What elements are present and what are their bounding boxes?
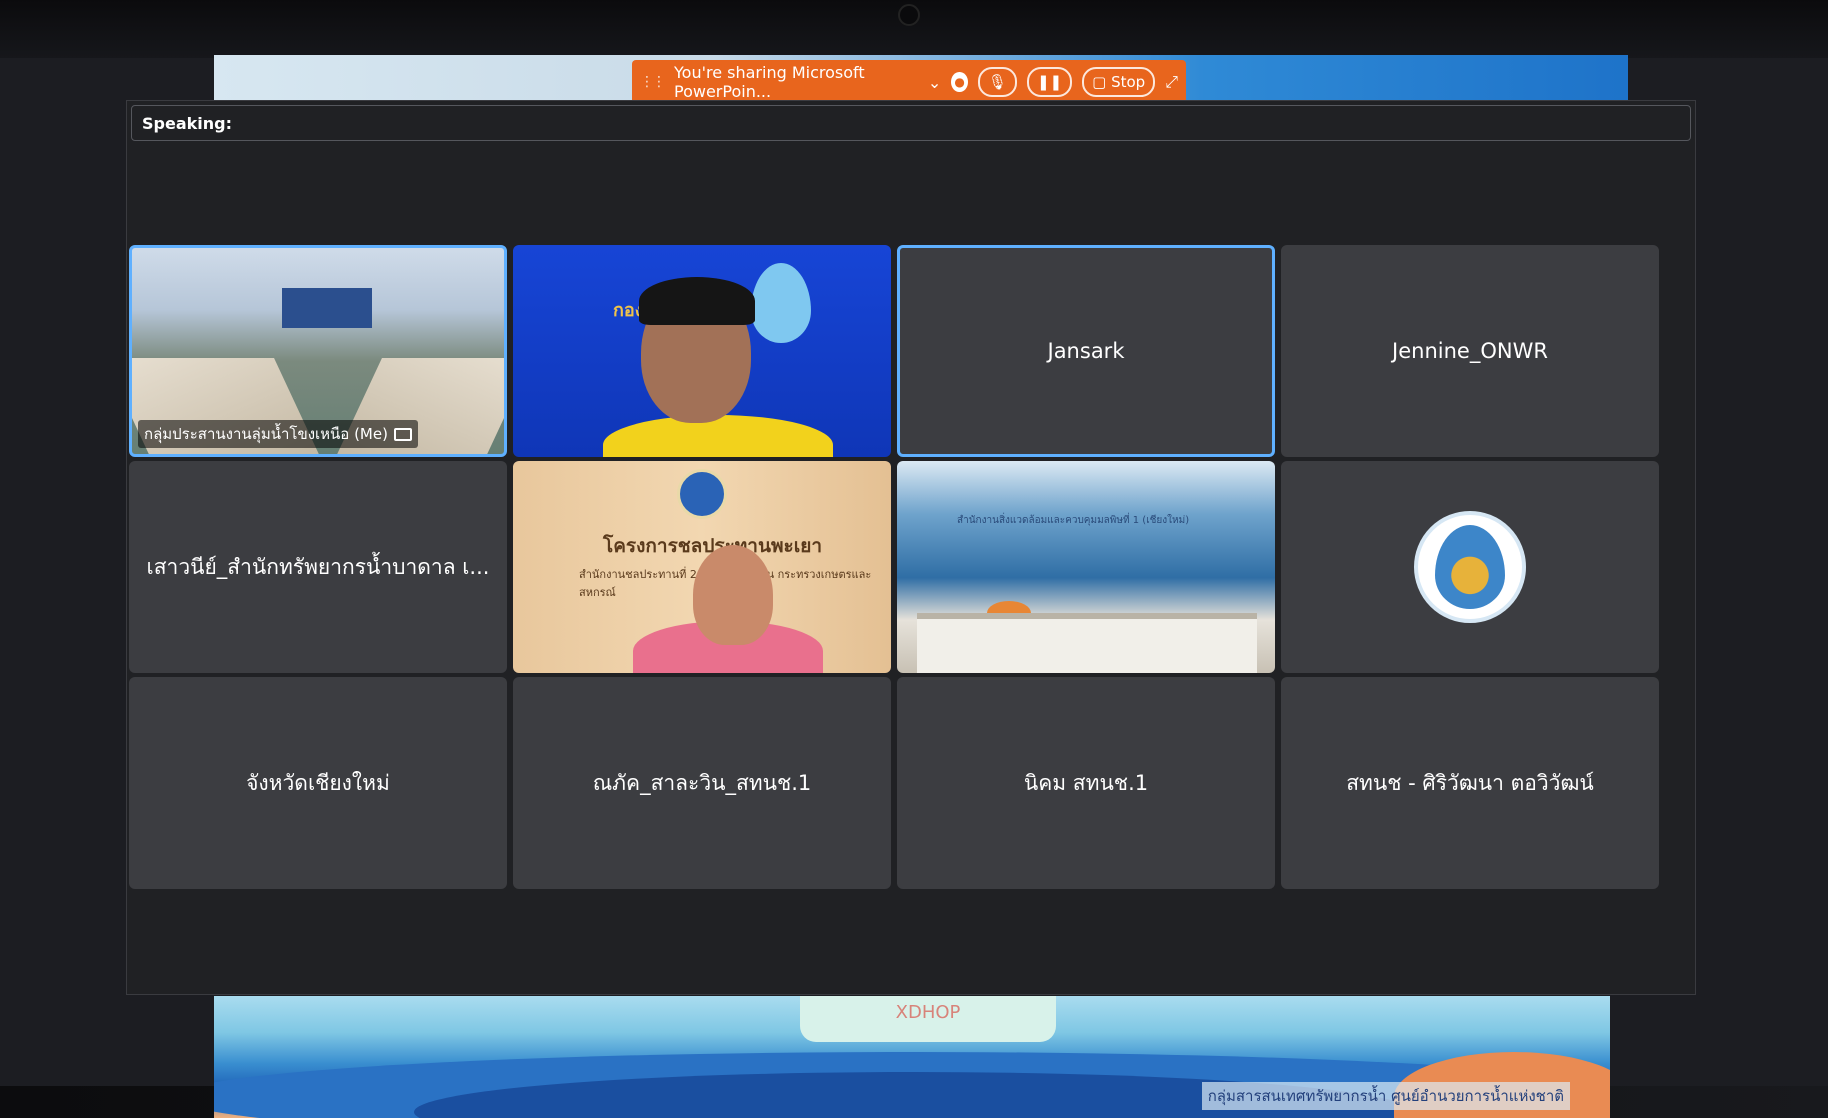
participant-shirt — [603, 415, 833, 457]
stop-share-button[interactable]: ▢ Stop — [1082, 67, 1156, 97]
participant-avatar — [1414, 511, 1526, 623]
participant-tile-avatar[interactable] — [1281, 461, 1659, 673]
expand-icon[interactable]: ⤢ — [1165, 72, 1178, 92]
speaking-indicator: Speaking: — [131, 105, 1691, 141]
participant-name: Jennine_ONWR — [1392, 339, 1548, 363]
irrigation-emblem-icon — [677, 469, 727, 519]
stop-label: Stop — [1111, 73, 1146, 91]
participant-tile-jansark[interactable]: Jansark — [897, 245, 1275, 457]
banner-badge: XDHOP — [800, 996, 1056, 1042]
mic-button[interactable]: 🎙 — [977, 67, 1017, 97]
water-drop-icon — [751, 263, 811, 343]
participant-tile-nikom[interactable]: นิคม สทนช.1 — [897, 677, 1275, 889]
participant-hair — [639, 277, 755, 325]
participant-tile-napak[interactable]: ณภัค_สาละวิน_สทนช.1 — [513, 677, 891, 889]
participant-grid: กลุ่มประสานงานลุ่มน้ำโขงเหนือ (Me) กองอำ… — [129, 245, 1659, 889]
participant-name: ณภัค_สาละวิน_สทนช.1 — [592, 770, 812, 795]
room-display-screen — [282, 288, 372, 328]
participant-tile-saowanee[interactable]: เสาวนีย์_สำนักทรัพยากรน้ำบาดาล เ... — [129, 461, 507, 673]
banner-caption: กลุ่มสารสนเทศทรัพยากรน้ำ ศูนย์อำนวยการน้… — [1201, 1082, 1570, 1110]
water-drop-logo-icon — [1435, 525, 1505, 609]
participant-name: สทนช - ศิริวัฒนา ตอวิวัฒน์ — [1346, 770, 1594, 795]
sharing-message: You're sharing Microsoft PowerPoin... — [674, 63, 865, 101]
monitor-top-bezel — [0, 0, 1828, 58]
screen-share-icon — [393, 427, 412, 441]
meeting-window: Speaking: กลุ่มประสานงานลุ่มน้ำโขงเหนือ … — [126, 100, 1696, 995]
mic-icon: 🎙 — [987, 73, 1007, 91]
participant-name-label: กลุ่มประสานงานลุ่มน้ำโขงเหนือ (Me) — [138, 420, 418, 448]
participant-face — [693, 545, 773, 645]
participant-tile-video-6[interactable]: โครงการชลประทานพะเยา สำนักงานชลประทานที่… — [513, 461, 891, 673]
participant-tile-me[interactable]: กลุ่มประสานงานลุ่มน้ำโขงเหนือ (Me) — [129, 245, 507, 457]
participant-tile-video-7[interactable]: สำนักงานสิ่งแวดล้อมและควบคุมมลพิษที่ 1 (… — [897, 461, 1275, 673]
screen-share-toolbar: ⋮⋮ You're sharing Microsoft PowerPoin...… — [632, 60, 1186, 104]
pause-icon: ❚❚ — [1036, 73, 1063, 91]
participant-tile-chiangmai[interactable]: จังหวัดเชียงใหม่ — [129, 677, 507, 889]
participant-name: เสาวนีย์_สำนักทรัพยากรน้ำบาดาล เ... — [146, 554, 490, 579]
participant-name: จังหวัดเชียงใหม่ — [246, 770, 390, 795]
chevron-down-icon[interactable]: ⌄ — [928, 73, 941, 92]
pause-button[interactable]: ❚❚ — [1026, 67, 1073, 97]
participant-tile-video-2[interactable]: กองอำนวย — [513, 245, 891, 457]
meeting-desk — [917, 613, 1257, 673]
drag-handle-icon[interactable]: ⋮⋮ — [640, 74, 666, 90]
backdrop-caption: สำนักงานสิ่งแวดล้อมและควบคุมมลพิษที่ 1 (… — [957, 515, 1190, 526]
webcam — [898, 4, 920, 26]
record-icon[interactable]: ● — [951, 72, 968, 92]
participant-tile-siriwattana[interactable]: สทนช - ศิริวัฒนา ตอวิวัฒน์ — [1281, 677, 1659, 889]
participant-name: นิคม สทนช.1 — [1023, 770, 1149, 795]
stop-icon: ▢ — [1092, 73, 1107, 91]
participant-name: Jansark — [1047, 339, 1125, 363]
slide-bottom-banner: XDHOP กลุ่มสารสนเทศทรัพยากรน้ำ ศูนย์อำนว… — [214, 996, 1610, 1118]
participant-tile-jennine[interactable]: Jennine_ONWR — [1281, 245, 1659, 457]
